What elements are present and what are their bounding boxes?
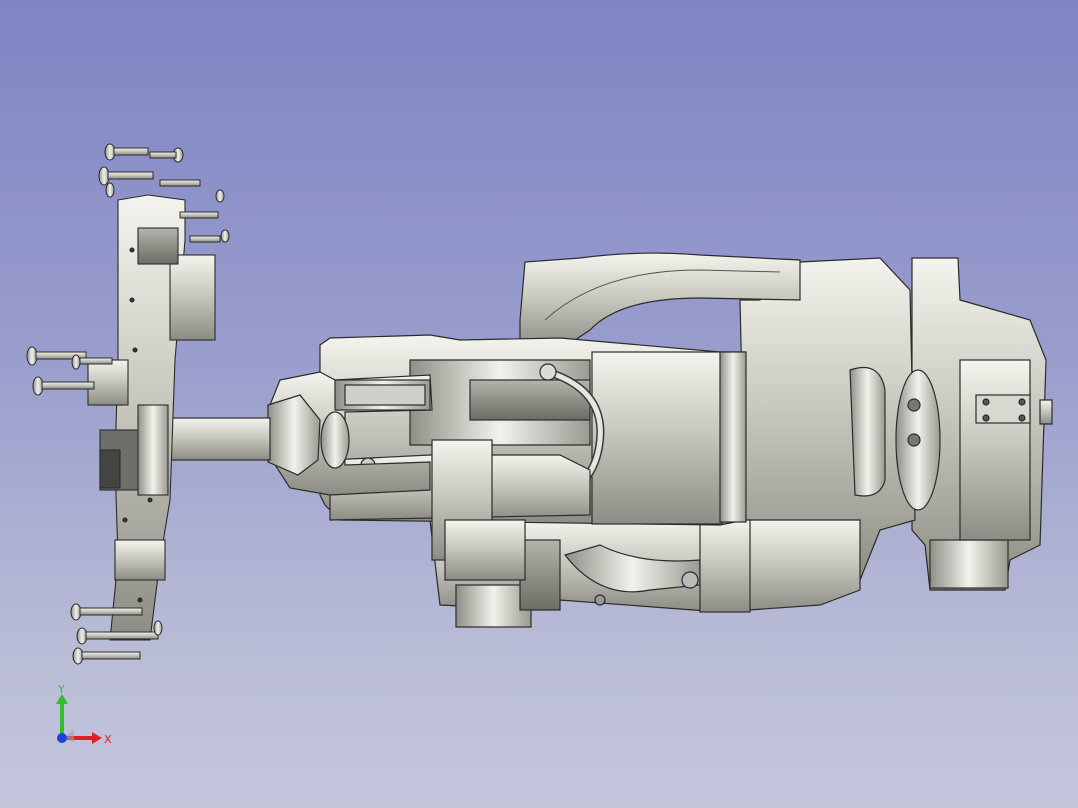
robot-arm-model[interactable] [0,0,1078,808]
x-axis-label: X [104,733,112,746]
cad-3d-viewport[interactable]: Y X [0,0,1078,808]
y-axis-label: Y [57,683,65,696]
axis-triad: Y X [56,683,112,746]
z-axis-dot [57,730,74,743]
y-axis-arrow [56,694,68,734]
